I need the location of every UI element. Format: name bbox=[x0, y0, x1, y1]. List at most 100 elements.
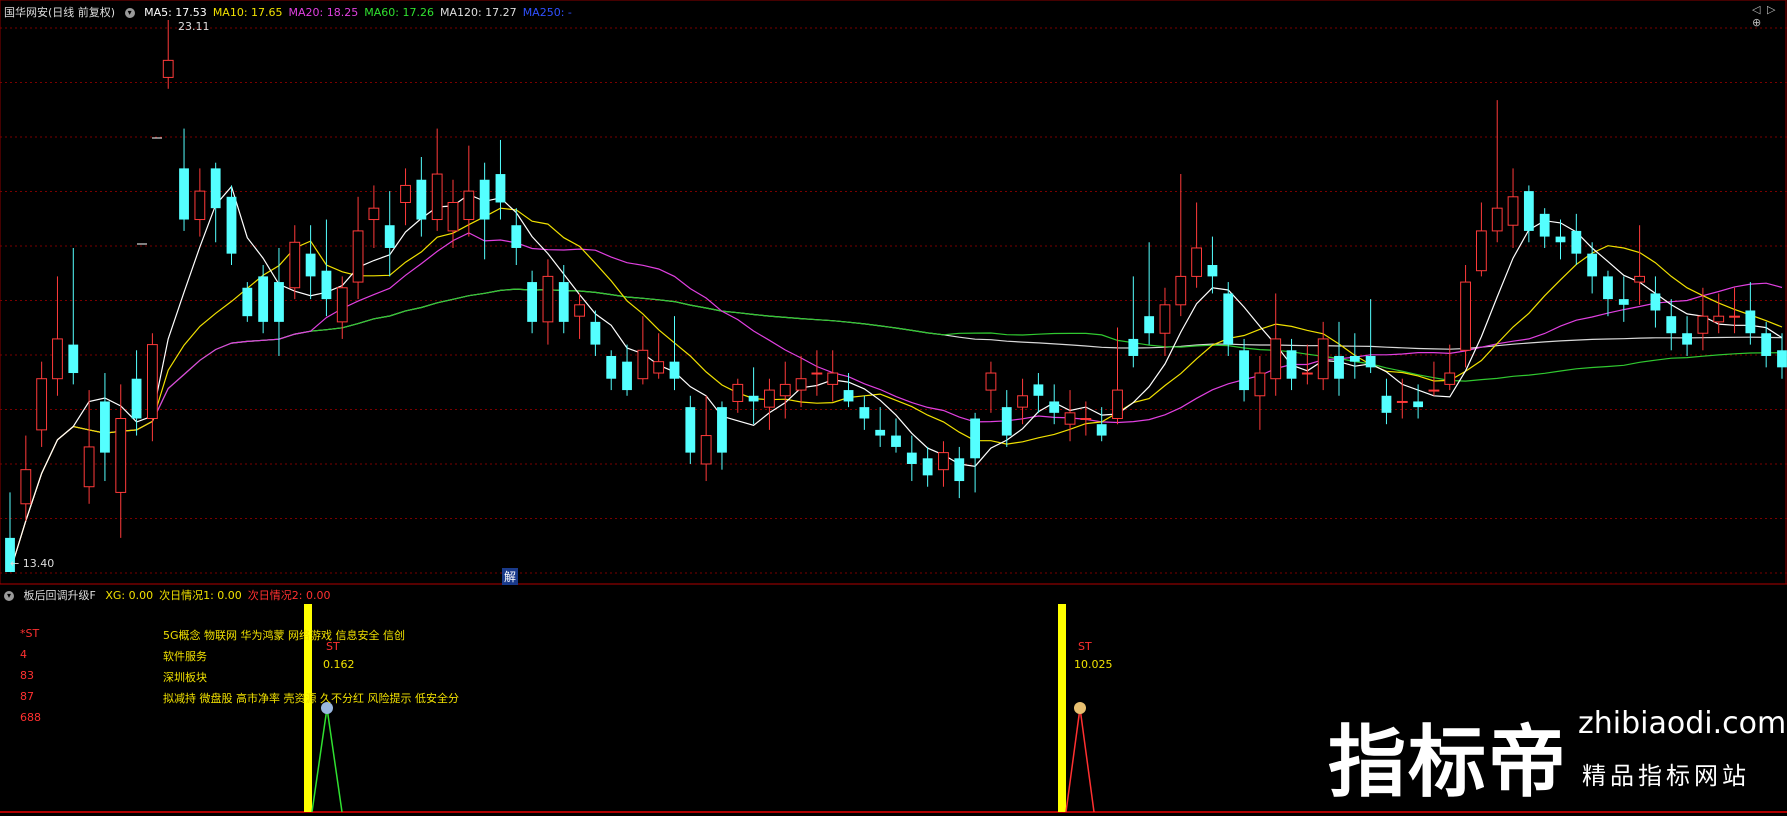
stock-title[interactable]: 国华网安(日线 前复权) bbox=[4, 6, 115, 19]
signal-st-label: ST bbox=[1078, 640, 1092, 653]
settings-circle-icon[interactable]: ▾ bbox=[124, 8, 135, 18]
jie-marker[interactable]: 解 bbox=[502, 568, 519, 585]
zoom-button-icon[interactable]: ⊕ bbox=[1752, 16, 1761, 29]
candle-body-down bbox=[242, 287, 253, 317]
candle-body-down bbox=[1334, 355, 1344, 379]
indicator-value: 次日情况2: 0.00 bbox=[247, 589, 331, 602]
candle-body-up bbox=[162, 59, 174, 78]
ma-label: MA60: 17.26 bbox=[364, 6, 434, 19]
candle-body-up bbox=[1017, 395, 1028, 408]
candle-body-up bbox=[779, 383, 791, 397]
candle-body-down bbox=[384, 225, 395, 248]
candle-body-up bbox=[1444, 372, 1456, 385]
watermark-subtitle: 精品指标网站 bbox=[1582, 762, 1750, 790]
candle-body-down bbox=[527, 282, 538, 322]
candle-body-up bbox=[336, 287, 348, 323]
candle-body-down bbox=[1381, 395, 1392, 413]
ma10-line bbox=[9, 207, 1783, 573]
candle-body-down bbox=[100, 401, 110, 453]
candle-body-down bbox=[748, 395, 759, 402]
candle-body-up bbox=[1159, 304, 1171, 334]
candle-body-up bbox=[400, 184, 411, 203]
candle-body-up bbox=[827, 372, 839, 385]
candle-body-up bbox=[1175, 275, 1187, 306]
candle-body-up bbox=[542, 275, 554, 323]
candle-body-down bbox=[1239, 350, 1249, 391]
settings-circle-icon[interactable]: ▾ bbox=[4, 591, 14, 601]
high-price-label: 23.11 bbox=[178, 20, 210, 33]
watermark-title: 指标帝 bbox=[1328, 718, 1569, 808]
candle-body-down bbox=[1001, 407, 1012, 436]
candle-body-down bbox=[1603, 276, 1613, 300]
prev-button-icon[interactable]: ◁ bbox=[1752, 3, 1760, 16]
candle-body-down bbox=[590, 321, 601, 345]
ma-label: MA120: 17.27 bbox=[439, 6, 517, 19]
candle-body-down bbox=[1523, 191, 1534, 231]
concept-line: 5G概念 物联网 华为鸿蒙 网络游戏 信息安全 信创 bbox=[163, 629, 406, 642]
ma-label: MA5: 17.53 bbox=[144, 6, 207, 19]
signal-st-label: ST bbox=[326, 640, 340, 653]
candle-body-up bbox=[83, 446, 95, 488]
signal-value: 0.162 bbox=[323, 658, 355, 671]
candle-body-up bbox=[985, 372, 997, 391]
candle-body-down bbox=[495, 174, 506, 203]
candle-body-up bbox=[1301, 372, 1313, 375]
main-chart-header: 国华网安(日线 前复权) ▾ MA5: 17.53 MA10: 17.65 MA20… bbox=[4, 4, 584, 20]
candle-body-down bbox=[906, 452, 917, 464]
candle-body-up bbox=[811, 372, 823, 375]
ma-label: MA20: 18.25 bbox=[288, 6, 359, 19]
candle-body-down bbox=[274, 282, 284, 322]
candle-body-down bbox=[891, 435, 901, 447]
indicator-title[interactable]: 板后回调升级F bbox=[24, 589, 96, 602]
candle-body-down bbox=[685, 407, 696, 453]
info-value: 4 bbox=[20, 648, 27, 661]
concept-line: 拟减持 微盘股 高市净率 壳资源 久不分红 风险提示 低安全分 bbox=[163, 692, 459, 705]
candle-body-up bbox=[146, 344, 158, 420]
candle-body-down bbox=[68, 344, 79, 374]
ma-legend: MA5: 17.53 MA10: 17.65 MA20: 18.25 MA60: 17… bbox=[144, 6, 578, 19]
candle-body-down bbox=[1128, 338, 1139, 356]
candle-body-down bbox=[1349, 355, 1360, 362]
candle-body-down bbox=[1666, 316, 1677, 334]
candle-body-up bbox=[1396, 400, 1408, 403]
candle-body-down bbox=[922, 458, 933, 476]
candle-body-up bbox=[1064, 412, 1076, 425]
candle-body-down bbox=[954, 458, 965, 482]
candle-body-up bbox=[1697, 315, 1709, 334]
candle-body-up bbox=[1254, 372, 1266, 397]
candle-body-down bbox=[1365, 355, 1376, 368]
candle-body-up bbox=[194, 190, 206, 221]
candle-body-up bbox=[732, 383, 744, 402]
candle-body-up bbox=[764, 389, 775, 408]
candle-body-down bbox=[1555, 236, 1566, 243]
candle-body-down bbox=[1096, 424, 1107, 436]
candle-body-down bbox=[1223, 293, 1234, 345]
candle-body-up bbox=[289, 241, 301, 289]
signal-bar bbox=[1058, 604, 1066, 812]
candle-body-up bbox=[574, 304, 585, 317]
candle-body-up bbox=[795, 378, 807, 391]
candle-body-up bbox=[1634, 275, 1646, 283]
info-value: 83 bbox=[20, 669, 34, 682]
low-price-label: ← 13.40 bbox=[10, 557, 55, 570]
candle-body-up bbox=[1713, 315, 1725, 323]
candle-body-down bbox=[1618, 299, 1629, 305]
candle-body-down bbox=[1207, 265, 1218, 277]
concept-line: 深圳板块 bbox=[163, 671, 207, 684]
ma-label: MA250: - bbox=[522, 6, 572, 19]
candle-body-up bbox=[653, 361, 665, 374]
candle-body-up bbox=[1317, 338, 1329, 380]
candle-body-down bbox=[970, 418, 981, 459]
info-st: *ST bbox=[20, 627, 40, 640]
next-button-icon[interactable]: ▷ bbox=[1767, 3, 1775, 16]
candle-body-down bbox=[1286, 350, 1297, 379]
signal-triangle bbox=[1065, 707, 1095, 813]
candle-body-up bbox=[1080, 418, 1092, 421]
candle-body-down bbox=[1587, 253, 1598, 277]
candle-body-up bbox=[637, 349, 649, 380]
candle-body-down bbox=[1777, 350, 1787, 368]
candle-body-down bbox=[622, 361, 632, 391]
candle-body-up bbox=[447, 201, 459, 232]
candle-body-down bbox=[1539, 213, 1550, 237]
candle-body-down bbox=[1049, 401, 1060, 413]
